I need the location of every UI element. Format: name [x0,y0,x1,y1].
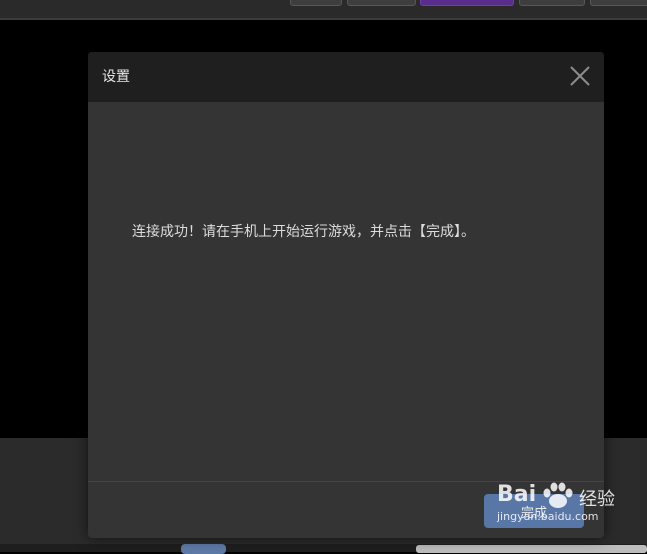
dialog-message: 连接成功！请在手机上开始运行游戏，并点击【完成】。 [132,224,475,240]
dialog-header: 设置 [88,52,604,102]
toolbar-button-1[interactable] [290,0,342,6]
toolbar-button-3[interactable] [519,0,585,6]
toolbar-button-active[interactable] [420,0,514,6]
top-toolbar [0,0,647,20]
dialog-title: 设置 [102,69,130,85]
paw-icon [543,482,573,508]
watermark-cn-text: 经验 [579,489,615,510]
settings-dialog: 设置 连接成功！请在手机上开始运行游戏，并点击【完成】。 完成 [88,52,604,538]
close-button[interactable] [568,64,592,88]
baidu-watermark: Bai 经验 jingyan.baidu.com [497,482,627,528]
close-icon [570,66,590,86]
background-button[interactable] [181,544,226,554]
toolbar-button-2[interactable] [347,0,416,6]
toolbar-button-4[interactable] [590,0,647,6]
watermark-logo-text: Bai [497,482,537,507]
watermark-url: jingyan.baidu.com [497,510,599,523]
